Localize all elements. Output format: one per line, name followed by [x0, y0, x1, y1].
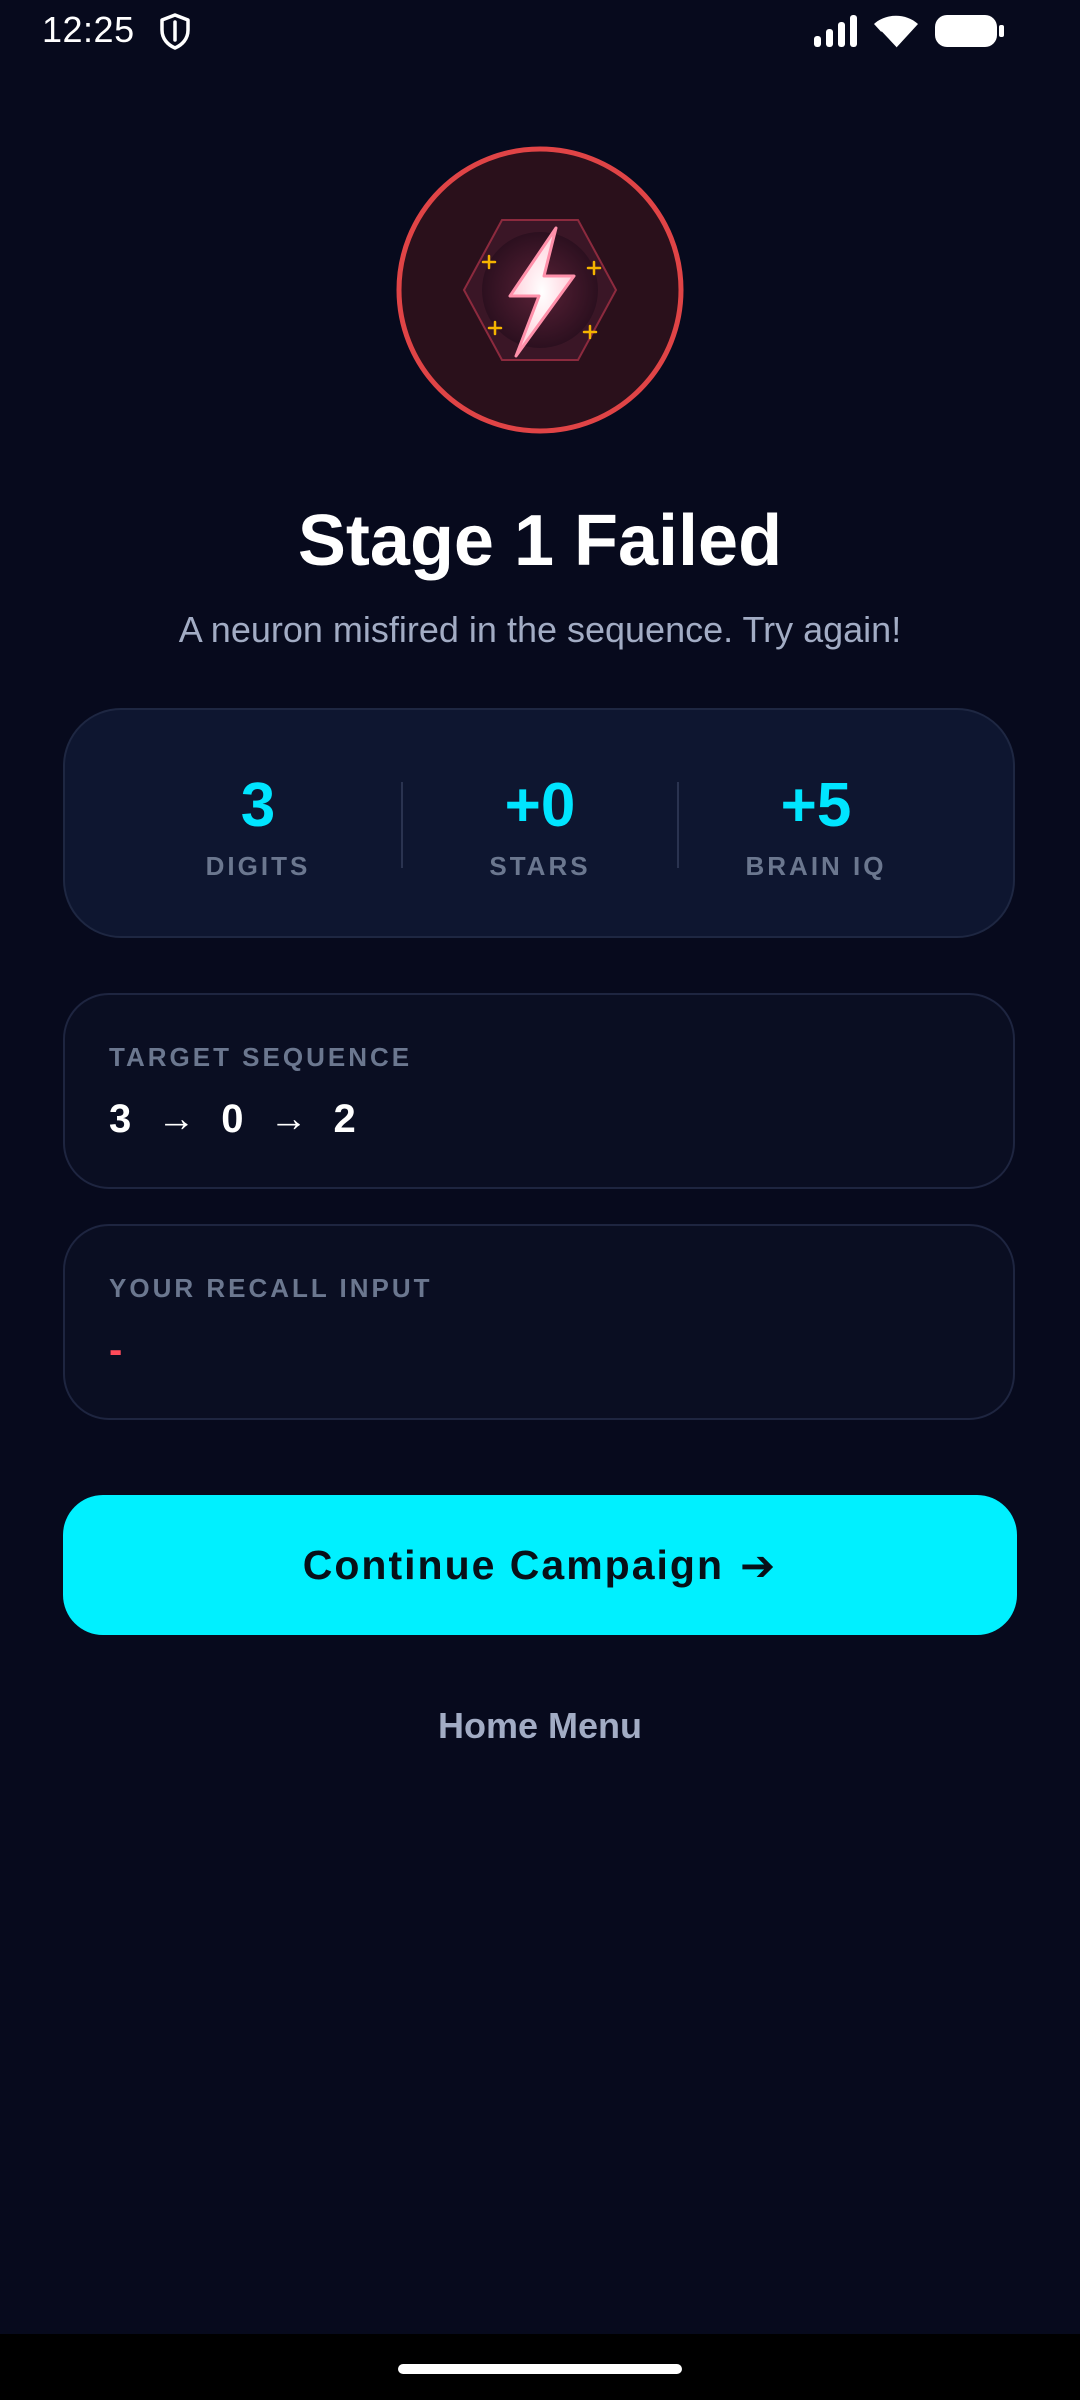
- stat-value: +5: [780, 771, 852, 840]
- recall-input-value: -: [109, 1328, 123, 1372]
- stat-value: 3: [240, 771, 276, 840]
- home-menu-button[interactable]: Home Menu: [340, 1700, 740, 1752]
- stat-brain-iq: +5 BRAIN IQ: [678, 770, 954, 882]
- sequence-digit: 0: [221, 1097, 244, 1141]
- lightning-bolt-icon: [396, 146, 684, 434]
- stat-label: BRAIN IQ: [745, 851, 887, 881]
- stat-stars: +0 STARS: [402, 770, 678, 882]
- status-time: 12:25: [42, 9, 135, 50]
- wifi-icon: [874, 15, 918, 49]
- stats-card: 3 DIGITS +0 STARS +5 BRAIN IQ: [63, 708, 1015, 938]
- arrow-right-icon: ➔: [740, 1540, 778, 1590]
- sequence-digit: 3: [109, 1097, 132, 1141]
- page-subtitle: A neuron misfired in the sequence. Try a…: [178, 609, 902, 650]
- shield-icon: [160, 13, 190, 50]
- continue-campaign-label: Continue Campaign: [302, 1541, 724, 1588]
- sequence-digit: 2: [333, 1097, 356, 1141]
- signal-icon: [814, 15, 857, 47]
- battery-icon: [935, 15, 1004, 47]
- arrow-right-icon: →: [157, 1098, 196, 1140]
- continue-campaign-button[interactable]: Continue Campaign ➔: [63, 1495, 1017, 1635]
- stat-label: DIGITS: [205, 851, 311, 881]
- page-title: Stage 1 Failed: [297, 501, 783, 581]
- status-bar: 12:25: [0, 0, 1080, 62]
- stat-digits: 3 DIGITS: [120, 770, 396, 882]
- target-sequence-card: TARGET SEQUENCE 3 → 0 → 2: [63, 993, 1015, 1189]
- recall-input-label: YOUR RECALL INPUT: [109, 1273, 433, 1303]
- stat-label: STARS: [489, 851, 591, 881]
- stat-value: +0: [504, 771, 576, 840]
- recall-input-card: YOUR RECALL INPUT -: [63, 1224, 1015, 1420]
- navigation-bar: [0, 2334, 1080, 2400]
- target-sequence-row: 3 → 0 → 2: [109, 1093, 356, 1145]
- arrow-right-icon: →: [269, 1098, 308, 1140]
- result-screen: 12:25 Stage 1 Failed A neuron misfired i…: [0, 0, 1080, 2334]
- home-indicator[interactable]: [398, 2364, 682, 2374]
- target-sequence-label: TARGET SEQUENCE: [109, 1042, 413, 1072]
